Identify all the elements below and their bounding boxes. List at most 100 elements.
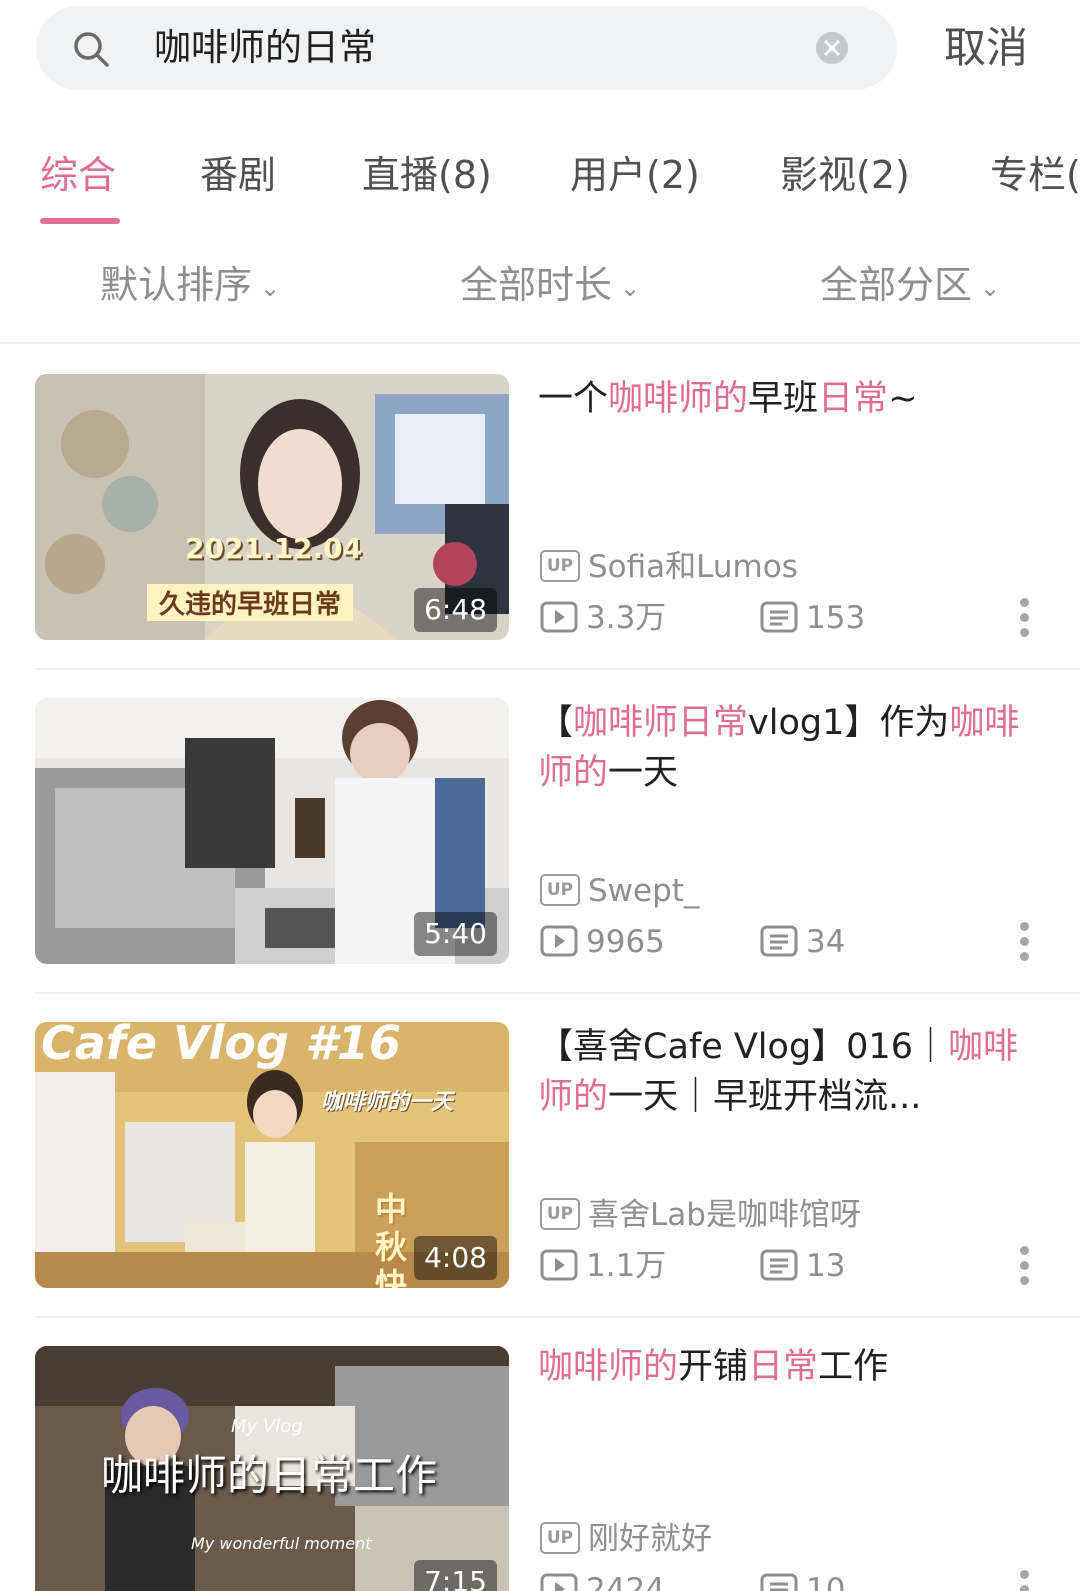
video-title[interactable]: 【喜舍Cafe Vlog】016｜咖啡师的一天｜早班开档流... bbox=[538, 1022, 1038, 1122]
title-text: 工作 bbox=[818, 1347, 889, 1387]
play-count-icon bbox=[540, 601, 578, 632]
video-title[interactable]: 一个咖啡师的早班日常~ bbox=[538, 374, 1038, 424]
comment-count-value: 10 bbox=[806, 1572, 846, 1591]
play-count-icon bbox=[540, 925, 578, 956]
more-options-icon[interactable] bbox=[1018, 1246, 1032, 1290]
view-count-value: 2424 bbox=[586, 1572, 665, 1591]
chevron-down-icon: ⌄ bbox=[260, 273, 281, 302]
view-count: 3.3万 bbox=[540, 598, 666, 638]
video-thumbnail[interactable]: 5:40 bbox=[35, 698, 509, 964]
tab-all[interactable]: 综合 bbox=[40, 145, 116, 205]
up-badge-icon: UP bbox=[540, 873, 580, 906]
comment-count: 13 bbox=[760, 1246, 845, 1286]
view-count-value: 3.3万 bbox=[586, 600, 667, 636]
more-options-icon[interactable] bbox=[1018, 922, 1032, 966]
thumbnail-overlay-date: 2021.12.04 bbox=[185, 532, 363, 565]
chevron-down-icon: ⌄ bbox=[620, 273, 641, 302]
up-badge-icon: UP bbox=[540, 1521, 580, 1554]
title-text: 一个 bbox=[538, 379, 609, 419]
play-count-icon bbox=[540, 1573, 578, 1591]
tab-movies[interactable]: 影视(2) bbox=[780, 145, 910, 205]
title-highlight: 咖啡师的 bbox=[608, 379, 749, 419]
uploader-name: Swept_ bbox=[588, 873, 700, 909]
view-count-value: 1.1万 bbox=[586, 1248, 667, 1284]
uploader-name: 刚好就好 bbox=[588, 1521, 712, 1557]
comment-count: 10 bbox=[760, 1570, 845, 1591]
tab-live[interactable]: 直播(8) bbox=[362, 145, 492, 205]
title-highlight: 日常 bbox=[748, 1347, 819, 1387]
uploader-row[interactable]: UP Sofia和Lumos bbox=[540, 547, 798, 587]
up-badge-icon: UP bbox=[540, 549, 580, 582]
title-text: 开铺 bbox=[678, 1347, 749, 1387]
sort-filter-label: 默认排序 bbox=[100, 263, 253, 307]
thumbnail-overlay-title: Cafe Vlog #16 bbox=[41, 1022, 401, 1070]
video-item[interactable]: My Vlog 咖啡师的日常工作 My wonderful moment 7:1… bbox=[0, 1346, 1080, 1591]
video-duration: 5:40 bbox=[414, 912, 497, 956]
uploader-row[interactable]: UP 刚好就好 bbox=[540, 1519, 712, 1559]
view-count: 1.1万 bbox=[540, 1246, 666, 1286]
video-item[interactable]: Cafe Vlog #16 咖啡师的一天 中秋快 4:08 【喜舍Cafe Vl… bbox=[0, 1022, 1080, 1322]
title-highlight: 咖啡师的 bbox=[538, 1347, 679, 1387]
thumbnail-overlay-caption: 久违的早班日常 bbox=[147, 584, 354, 621]
chevron-down-icon: ⌄ bbox=[980, 273, 1001, 302]
title-text: 【喜舍Cafe Vlog】016｜ bbox=[538, 1027, 948, 1067]
video-duration: 4:08 bbox=[414, 1236, 497, 1280]
comment-count-value: 153 bbox=[806, 600, 866, 636]
thumbnail-overlay-caption: 咖啡师的一天 bbox=[321, 1090, 454, 1115]
title-text: ~ bbox=[888, 379, 918, 419]
duration-filter[interactable]: 全部时长 ⌄ bbox=[460, 252, 640, 321]
search-bar[interactable]: 咖啡师的日常 bbox=[36, 6, 897, 90]
divider bbox=[0, 342, 1080, 344]
comment-count-icon bbox=[760, 601, 798, 632]
view-count: 2424 bbox=[540, 1570, 665, 1591]
divider bbox=[35, 992, 1080, 994]
video-thumbnail[interactable]: My Vlog 咖啡师的日常工作 My wonderful moment 7:1… bbox=[35, 1346, 509, 1591]
clear-search-icon[interactable] bbox=[816, 32, 848, 64]
title-highlight: 咖啡师日常 bbox=[573, 703, 749, 743]
comment-count-icon bbox=[760, 925, 798, 956]
uploader-row[interactable]: UP Swept_ bbox=[540, 871, 699, 911]
sort-filter[interactable]: 默认排序 ⌄ bbox=[100, 252, 280, 321]
search-icon bbox=[72, 30, 110, 68]
more-options-icon[interactable] bbox=[1018, 598, 1032, 642]
video-thumbnail[interactable]: 2021.12.04 久违的早班日常 6:48 bbox=[35, 374, 509, 640]
title-text: 早班 bbox=[748, 379, 819, 419]
uploader-row[interactable]: UP 喜舍Lab是咖啡馆呀 bbox=[540, 1195, 861, 1235]
video-thumbnail[interactable]: Cafe Vlog #16 咖啡师的一天 中秋快 4:08 bbox=[35, 1022, 509, 1288]
video-duration: 6:48 bbox=[414, 588, 497, 632]
tab-bangumi[interactable]: 番剧 bbox=[200, 145, 276, 205]
video-title[interactable]: 咖啡师的开铺日常工作 bbox=[538, 1346, 1038, 1392]
uploader-name: 喜舍Lab是咖啡馆呀 bbox=[588, 1197, 861, 1233]
comment-count-value: 13 bbox=[806, 1248, 846, 1284]
view-count: 9965 bbox=[540, 922, 665, 962]
tab-articles[interactable]: 专栏( bbox=[990, 145, 1080, 205]
up-badge-icon: UP bbox=[540, 1197, 580, 1230]
comment-count: 34 bbox=[760, 922, 845, 962]
filter-bar: 默认排序 ⌄ 全部时长 ⌄ 全部分区 ⌄ bbox=[0, 252, 1080, 322]
duration-filter-label: 全部时长 bbox=[460, 263, 613, 307]
video-item[interactable]: 5:40 【咖啡师日常vlog1】作为咖啡师的一天 UP Swept_ 9965 … bbox=[0, 698, 1080, 998]
thumbnail-overlay-caption: My wonderful moment bbox=[191, 1534, 372, 1553]
view-count-value: 9965 bbox=[586, 924, 665, 960]
cancel-button[interactable]: 取消 bbox=[944, 20, 1028, 76]
comment-count: 153 bbox=[760, 598, 865, 638]
divider bbox=[35, 668, 1080, 670]
result-tabs: 综合 番剧 直播(8) 用户(2) 影视(2) 专栏( bbox=[0, 140, 1080, 230]
comment-count-value: 34 bbox=[806, 924, 846, 960]
title-text: 一天 bbox=[608, 753, 679, 793]
video-title[interactable]: 【咖啡师日常vlog1】作为咖啡师的一天 bbox=[538, 698, 1038, 798]
search-input[interactable]: 咖啡师的日常 bbox=[154, 20, 376, 76]
video-item[interactable]: 2021.12.04 久违的早班日常 6:48 一个咖啡师的早班日常~ UP So… bbox=[0, 374, 1080, 674]
active-tab-indicator bbox=[40, 218, 120, 224]
title-text: vlog1】作为 bbox=[748, 703, 950, 743]
title-text: 【 bbox=[538, 703, 574, 743]
uploader-name: Sofia和Lumos bbox=[588, 549, 798, 585]
comment-count-icon bbox=[760, 1573, 798, 1591]
tab-users[interactable]: 用户(2) bbox=[570, 145, 700, 205]
title-text: 一天｜早班开档流... bbox=[608, 1077, 922, 1117]
play-count-icon bbox=[540, 1249, 578, 1280]
more-options-icon[interactable] bbox=[1018, 1570, 1032, 1591]
category-filter[interactable]: 全部分区 ⌄ bbox=[820, 252, 1000, 321]
category-filter-label: 全部分区 bbox=[820, 263, 973, 307]
video-duration: 7:15 bbox=[414, 1560, 497, 1591]
